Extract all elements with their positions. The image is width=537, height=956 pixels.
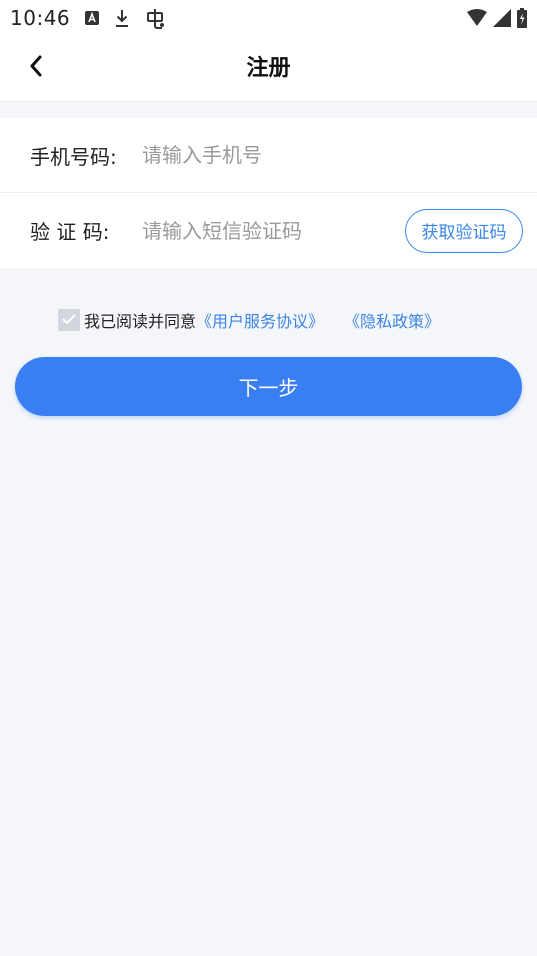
- back-button[interactable]: [20, 50, 52, 86]
- chevron-left-icon: [29, 55, 43, 81]
- status-time: 10:46: [10, 6, 71, 30]
- page-title: 注册: [246, 56, 291, 81]
- check-icon: [61, 311, 77, 330]
- bug-icon: [144, 7, 166, 29]
- code-row: 验 证 码: 获取验证码: [0, 193, 537, 268]
- privacy-policy-link[interactable]: 《隐私政策》: [344, 308, 440, 332]
- wifi-icon: [467, 9, 487, 27]
- agreement-row: 我已阅读并同意 《用户服务协议》 《隐私政策》: [58, 308, 440, 332]
- status-left: 10:46: [10, 6, 166, 30]
- next-button[interactable]: 下一步: [15, 357, 522, 416]
- code-input[interactable]: [142, 218, 405, 243]
- phone-label: 手机号码:: [30, 144, 117, 169]
- status-bar: 10:46: [0, 0, 537, 36]
- code-label: 验 证 码:: [30, 220, 110, 244]
- registration-form: 手机号码: 验 证 码: 获取验证码: [0, 118, 537, 268]
- download-icon: [114, 8, 130, 28]
- get-code-button[interactable]: 获取验证码: [405, 208, 523, 253]
- phone-input[interactable]: [142, 143, 523, 167]
- status-right: [467, 8, 527, 28]
- notification-a-icon: [84, 10, 100, 26]
- agreement-checkbox[interactable]: [58, 309, 80, 331]
- phone-row: 手机号码:: [0, 118, 537, 193]
- signal-icon: [493, 9, 511, 27]
- agreement-text: 我已阅读并同意: [84, 312, 197, 331]
- user-agreement-link[interactable]: 《用户服务协议》: [196, 308, 324, 332]
- battery-charging-icon: [517, 8, 527, 28]
- header: 注册: [0, 36, 537, 102]
